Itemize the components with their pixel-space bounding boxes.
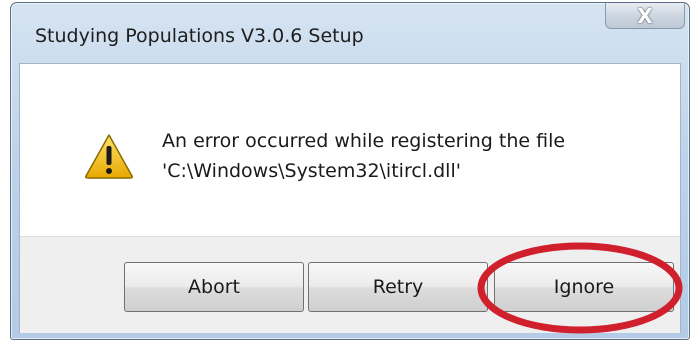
button-bar: Abort Retry Ignore bbox=[20, 236, 680, 333]
close-icon: X bbox=[637, 3, 653, 28]
ignore-button[interactable]: Ignore bbox=[494, 262, 674, 312]
setup-dialog-window: Studying Populations V3.0.6 Setup X An e… bbox=[10, 2, 690, 340]
window-title: Studying Populations V3.0.6 Setup bbox=[35, 25, 364, 47]
error-message-line1: An error occurred while registering the … bbox=[162, 130, 566, 152]
title-bar: Studying Populations V3.0.6 Setup X bbox=[11, 3, 689, 63]
dialog-content: An error occurred while registering the … bbox=[19, 63, 681, 333]
message-area: An error occurred while registering the … bbox=[20, 64, 680, 236]
error-message: An error occurred while registering the … bbox=[162, 126, 565, 186]
abort-button[interactable]: Abort bbox=[124, 262, 304, 312]
warning-icon bbox=[85, 134, 133, 179]
error-message-line2: 'C:\Windows\System32\itircl.dll' bbox=[162, 160, 461, 182]
close-button[interactable]: X bbox=[605, 3, 685, 29]
retry-button[interactable]: Retry bbox=[308, 262, 488, 312]
